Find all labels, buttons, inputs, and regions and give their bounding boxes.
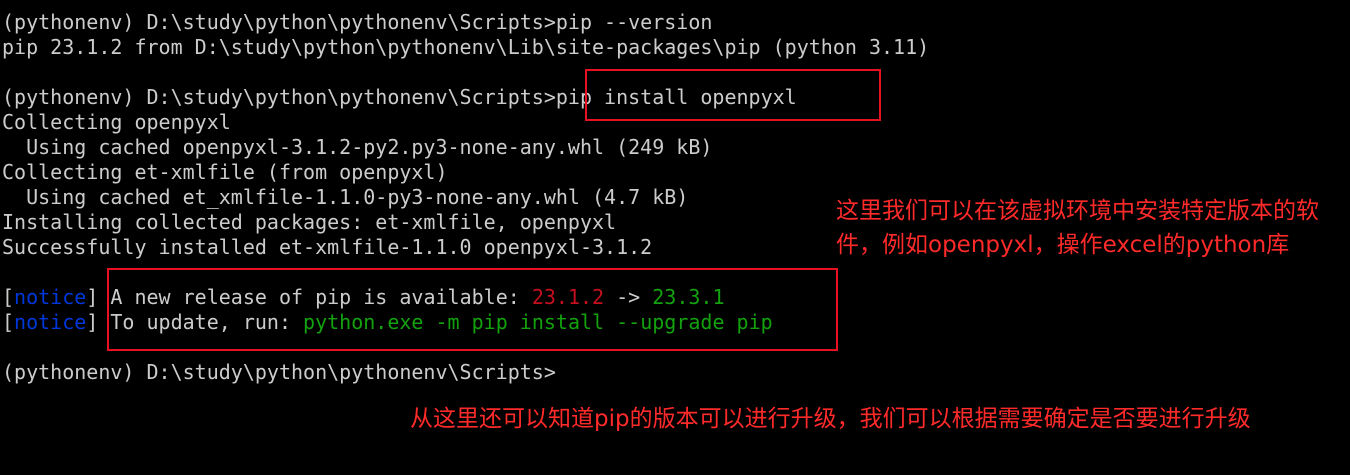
terminal-prompt[interactable]: (pythonenv) D:\study\python\pythonenv\Sc… [2, 360, 1348, 385]
terminal-line-collecting-et-xmlfile: Collecting et-xmlfile (from openpyxl) [2, 160, 448, 184]
annotation-upgrade-note: 从这里还可以知道pip的版本可以进行升级，我们可以根据需要确定是否要进行升级 [410, 406, 1251, 432]
notice-bracket: [ [2, 285, 15, 309]
terminal-line-cached-openpyxl: Using cached openpyxl-3.1.2-py2.py3-none… [2, 135, 713, 159]
highlight-box-notice [107, 268, 838, 351]
notice-bracket: ] [86, 285, 99, 309]
notice-tag: notice [14, 285, 87, 309]
highlight-box-install-command [585, 69, 881, 121]
notice-tag: notice [14, 310, 87, 334]
annotation-install-note: 这里我们可以在该虚拟环境中安装特定版本的软件，例如openpyxl，操作exce… [836, 198, 1319, 258]
notice-bracket: ] [86, 310, 99, 334]
terminal-line-version-output: pip 23.1.2 from D:\study\python\pythonen… [2, 35, 930, 59]
notice-bracket: [ [2, 310, 15, 334]
terminal-line-version-cmd: (pythonenv) D:\study\python\pythonenv\Sc… [2, 10, 713, 34]
